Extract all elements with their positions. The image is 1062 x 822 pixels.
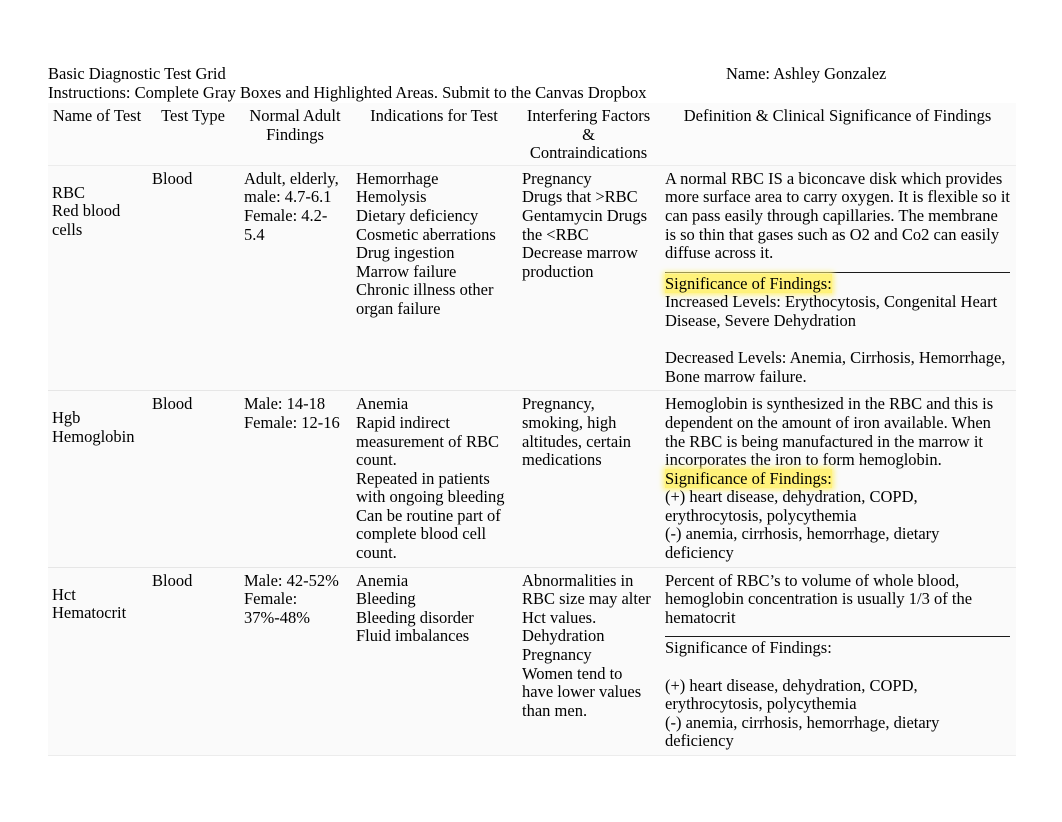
section-divider <box>665 271 1010 273</box>
column-header-test-type: Test Type <box>148 103 240 166</box>
cell-test-type[interactable]: Blood <box>148 390 240 568</box>
cell-test-type[interactable]: Blood <box>148 566 240 757</box>
cell-line: Chronic illness other organ failure <box>356 280 494 318</box>
cell-line: Female: 37%-48% <box>244 589 310 627</box>
test-abbreviation: RBC <box>52 182 86 202</box>
diagnostic-test-grid: Name of Test Test Type Normal Adult Find… <box>48 103 1016 757</box>
cell-line: Female: 4.2-5.4 <box>244 205 328 244</box>
table-row: Hct Hematocrit Blood Male: 42-52% Female: 37… <box>48 566 1016 757</box>
cell-line: Can be routine part of complete blood ce… <box>356 505 501 563</box>
significance-line <box>665 331 1010 350</box>
cell-line: Pregnancy <box>522 645 592 665</box>
cell-line: Anemia <box>356 570 409 590</box>
significance-line: Decreased Levels: Anemia, Cirrhosis, Hem… <box>665 348 1006 386</box>
definition-text: Percent of RBC’s to volume of whole bloo… <box>665 570 973 627</box>
cell-interfering-factors[interactable]: Pregnancy Drugs that >RBC Gentamycin Drugs… <box>518 164 661 391</box>
section-divider <box>665 636 1010 638</box>
column-header-definition: Definition & Clinical Significance of Fi… <box>661 103 1016 166</box>
cell-indications[interactable]: Anemia Rapid indirect measurement of RBC … <box>352 390 518 568</box>
cell-test-type[interactable]: Blood <box>148 164 240 391</box>
significance-line: (+) heart disease, dehydration, COPD, er… <box>665 487 918 525</box>
cell-line: Marrow failure <box>356 261 457 281</box>
test-abbreviation: Hct <box>52 584 76 604</box>
cell-line: Fluid imbalances <box>356 626 470 646</box>
table-row: Hgb Hemoglobin Blood Male: 14-18 Female: 12-… <box>48 390 1016 568</box>
cell-normal-findings[interactable]: Male: 42-52% Female: 37%-48% <box>240 566 352 757</box>
cell-line: Blood <box>152 168 193 188</box>
significance-of-findings-label: Significance of Findings: <box>665 638 832 658</box>
cell-test-name[interactable]: RBC Red blood cells <box>48 164 148 391</box>
column-header-interfering: Interfering Factors & Contraindications <box>518 103 661 166</box>
significance-line <box>665 658 1010 677</box>
cell-indications[interactable]: Hemorrhage Hemolysis Dietary deficiency Cos… <box>352 164 518 391</box>
significance-label: Significance of Findings: <box>665 273 1010 294</box>
cell-line: Adult, elderly, male: 4.7-6.1 <box>244 168 339 207</box>
cell-line: Bleeding disorder <box>356 607 474 627</box>
definition-text: Hemoglobin is synthesized in the RBC and… <box>665 394 994 470</box>
cell-line: Anemia <box>356 394 409 414</box>
significance-label: Significance of Findings: <box>665 639 1010 658</box>
significance-label: Significance of Findings: <box>665 468 1010 489</box>
cell-definition-significance[interactable]: Percent of RBC’s to volume of whole bloo… <box>661 566 1016 757</box>
cell-line: Decrease marrow production <box>522 243 638 281</box>
cell-normal-findings[interactable]: Male: 14-18 Female: 12-16 <box>240 390 352 568</box>
cell-line: Hemolysis <box>356 187 427 207</box>
cell-line: Blood <box>152 570 193 590</box>
cell-interfering-factors[interactable]: Abnormalities in RBC size may alter Hct … <box>518 566 661 757</box>
cell-line: Female: 12-16 <box>244 412 340 432</box>
cell-test-name[interactable]: Hgb Hemoglobin <box>48 390 148 568</box>
cell-line: Bleeding <box>356 589 416 609</box>
document-page: Basic Diagnostic Test Grid Instructions:… <box>0 0 1062 822</box>
table-header-row: Name of Test Test Type Normal Adult Find… <box>48 103 1016 166</box>
column-header-indications: Indications for Test <box>352 103 518 166</box>
cell-interfering-factors[interactable]: Pregnancy, smoking, high altitudes, cert… <box>518 390 661 568</box>
table-row: RBC Red blood cells Blood Adult, elderly, m… <box>48 164 1016 391</box>
cell-line: Abnormalities in RBC size may alter Hct … <box>522 570 651 627</box>
definition-text: A normal RBC IS a biconcave disk which p… <box>665 168 1010 263</box>
document-instructions: Instructions: Complete Gray Boxes and Hi… <box>48 83 647 102</box>
cell-line: Pregnancy <box>522 168 592 188</box>
test-full-name: Red blood cells <box>52 201 121 239</box>
significance-of-findings-label: Significance of Findings: <box>665 273 832 293</box>
student-name-field: Name: Ashley Gonzalez <box>726 64 887 83</box>
cell-line: Male: 42-52% <box>244 570 339 590</box>
cell-line: Gentamycin Drugs the <RBC <box>522 205 648 244</box>
cell-line: Hemorrhage <box>356 168 439 188</box>
cell-definition-significance[interactable]: Hemoglobin is synthesized in the RBC and… <box>661 390 1016 568</box>
cell-line: Male: 14-18 <box>244 394 326 414</box>
test-abbreviation: Hgb <box>52 408 81 428</box>
document-header: Basic Diagnostic Test Grid Instructions:… <box>48 64 1018 102</box>
cell-line: Blood <box>152 394 193 414</box>
cell-line: Drugs that >RBC <box>522 187 638 207</box>
significance-line: Increased Levels: Erythocytosis, Congeni… <box>665 292 998 330</box>
significance-of-findings-label: Significance of Findings: <box>665 468 832 488</box>
document-title: Basic Diagnostic Test Grid <box>48 64 226 83</box>
cell-line: Women tend to have lower values than men… <box>522 663 642 720</box>
significance-line: (+) heart disease, dehydration, COPD, er… <box>665 675 918 714</box>
cell-line: Dehydration <box>522 626 605 646</box>
cell-line: Cosmetic aberrations <box>356 224 496 244</box>
test-full-name: Hemoglobin <box>52 426 135 446</box>
column-header-normal-findings: Normal Adult Findings <box>240 103 352 166</box>
cell-line: Repeated in patients with ongoing bleedi… <box>356 468 505 507</box>
test-full-name: Hematocrit <box>52 603 127 623</box>
significance-line: (-) anemia, cirrhosis, hemorrhage, dieta… <box>665 524 940 563</box>
cell-line: Dietary deficiency <box>356 205 479 225</box>
cell-definition-significance[interactable]: A normal RBC IS a biconcave disk which p… <box>661 164 1016 391</box>
cell-indications[interactable]: Anemia Bleeding Bleeding disorder Fluid imb… <box>352 566 518 757</box>
column-header-name-of-test: Name of Test <box>48 103 148 166</box>
table-body: RBC Red blood cells Blood Adult, elderly, m… <box>48 164 1016 757</box>
cell-normal-findings[interactable]: Adult, elderly, male: 4.7-6.1 Female: 4.2… <box>240 164 352 391</box>
cell-line: Pregnancy, smoking, high altitudes, cert… <box>522 394 632 470</box>
cell-test-name[interactable]: Hct Hematocrit <box>48 566 148 757</box>
cell-line: Rapid indirect measurement of RBC count. <box>356 412 499 470</box>
cell-line: Drug ingestion <box>356 243 455 263</box>
significance-line: (-) anemia, cirrhosis, hemorrhage, dieta… <box>665 712 940 751</box>
